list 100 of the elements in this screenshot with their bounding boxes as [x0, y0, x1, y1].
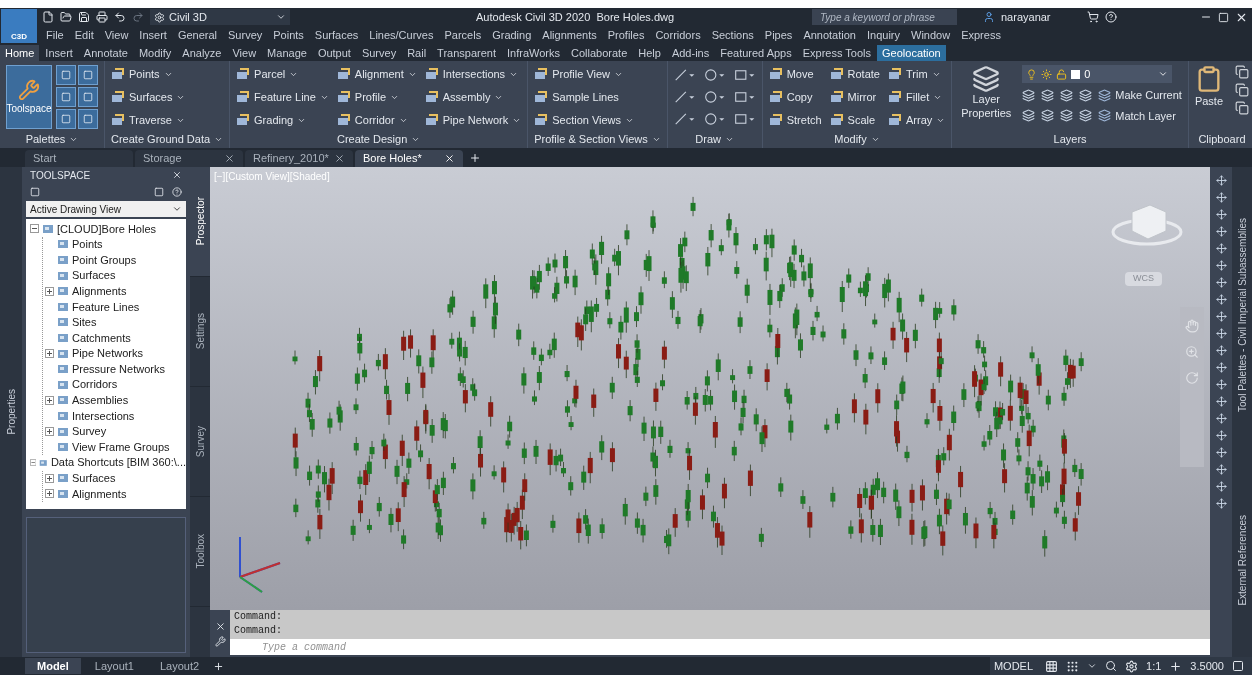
- user-name[interactable]: narayanar: [1001, 8, 1081, 26]
- ribbon-tab[interactable]: View: [227, 45, 262, 61]
- tool-palette-icon[interactable]: [1215, 379, 1227, 390]
- ribbon-button[interactable]: Alignment: [336, 65, 417, 83]
- workspace-dropdown[interactable]: Civil 3D: [150, 9, 290, 25]
- ribbon-button[interactable]: Parcel: [236, 65, 329, 83]
- menu-item[interactable]: Insert: [139, 26, 167, 44]
- toolspace-tool-icon[interactable]: [30, 187, 40, 197]
- maximize-icon[interactable]: [1218, 11, 1229, 23]
- tool-palette-icon[interactable]: [1215, 243, 1227, 254]
- tree-item[interactable]: [CLOUD]Bore Holes: [57, 220, 157, 238]
- layout-tab[interactable]: Model: [25, 658, 81, 674]
- tree-item[interactable]: Catchments: [72, 329, 131, 347]
- tree-item[interactable]: Pipe Networks: [72, 345, 143, 362]
- layer-tool-icon[interactable]: [1079, 109, 1093, 123]
- layer-tool-icon[interactable]: [1041, 109, 1055, 123]
- ribbon-button[interactable]: Stretch: [768, 111, 822, 129]
- palette-button[interactable]: [56, 87, 76, 107]
- tool-palette-icon[interactable]: [1215, 447, 1227, 458]
- draw-tool-icon[interactable]: [733, 111, 756, 127]
- tree-item[interactable]: Surfaces: [72, 267, 116, 284]
- ribbon-button[interactable]: Assembly: [424, 88, 522, 106]
- app-menu-button[interactable]: C3D: [1, 9, 37, 43]
- ribbon-button[interactable]: Sample Lines: [534, 88, 635, 106]
- menu-item[interactable]: Surfaces: [314, 26, 359, 44]
- ribbon-button[interactable]: Match Layer: [1098, 107, 1176, 124]
- ribbon-button[interactable]: Fillet: [888, 88, 946, 106]
- draw-tool-icon[interactable]: [673, 89, 696, 105]
- collapse-icon[interactable]: [30, 224, 39, 234]
- menu-item[interactable]: General: [177, 26, 217, 44]
- document-tab[interactable]: Bore Holes*: [355, 150, 463, 167]
- ribbon-button[interactable]: Surfaces: [111, 88, 186, 106]
- tree-item[interactable]: Sites: [72, 314, 97, 331]
- new-file-icon[interactable]: [42, 11, 54, 23]
- tree-item[interactable]: Alignments: [72, 282, 127, 300]
- tool-palette-icon[interactable]: [1215, 430, 1227, 441]
- wrench-icon[interactable]: [214, 635, 226, 647]
- draw-tool-icon[interactable]: [703, 67, 726, 83]
- ribbon-button[interactable]: Points: [111, 65, 186, 83]
- ribbon-button[interactable]: Mirror: [829, 88, 880, 106]
- save-icon[interactable]: [78, 11, 90, 23]
- draw-tool-icon[interactable]: [733, 67, 756, 83]
- tool-palette-icon[interactable]: [1215, 226, 1227, 237]
- tool-palette-icon[interactable]: [1215, 345, 1227, 356]
- draw-tool-icon[interactable]: [673, 67, 696, 83]
- layer-tool-icon[interactable]: [1041, 88, 1055, 102]
- tree-item[interactable]: Surfaces: [72, 470, 116, 487]
- palette-button[interactable]: [78, 109, 98, 129]
- osnap-icon[interactable]: [1105, 660, 1118, 672]
- menu-item[interactable]: Alignments: [542, 26, 597, 44]
- ribbon-tab[interactable]: Annotate: [78, 45, 133, 61]
- ribbon-button[interactable]: Pipe Network: [424, 111, 522, 129]
- close-icon[interactable]: [224, 153, 235, 164]
- collapse-icon[interactable]: [30, 458, 37, 468]
- ribbon-button[interactable]: Feature Line: [236, 88, 329, 106]
- expand-icon[interactable]: [45, 489, 54, 499]
- document-tab[interactable]: Start: [25, 150, 133, 167]
- paste-button[interactable]: Paste: [1194, 65, 1224, 115]
- toolspace-tool-icon[interactable]: [154, 187, 164, 197]
- menu-item[interactable]: Window: [911, 26, 951, 44]
- user-icon[interactable]: [983, 11, 995, 23]
- ribbon-button[interactable]: Trim: [888, 65, 946, 83]
- menu-item[interactable]: Profiles: [607, 26, 645, 44]
- layer-tool-icon[interactable]: [1022, 88, 1036, 102]
- status-value[interactable]: 3.5000: [1190, 657, 1224, 675]
- new-layout-icon[interactable]: [213, 660, 225, 672]
- close-icon[interactable]: [334, 153, 345, 164]
- expand-icon[interactable]: [45, 427, 54, 436]
- layer-properties-button[interactable]: Layer Properties: [958, 65, 1015, 124]
- tool-palette-icon[interactable]: [1215, 396, 1227, 407]
- tree-item[interactable]: Corridors: [72, 376, 118, 393]
- ribbon-tab[interactable]: Featured Apps: [715, 45, 797, 61]
- ribbon-button[interactable]: Make Current: [1098, 87, 1182, 104]
- ribbon-button[interactable]: Intersections: [424, 65, 522, 83]
- expand-icon[interactable]: [45, 286, 54, 296]
- ribbon-tab[interactable]: Express Tools: [797, 45, 877, 61]
- tool-palette-icon[interactable]: [1215, 362, 1227, 373]
- copy-icon[interactable]: [1235, 101, 1250, 115]
- ribbon-tab[interactable]: Output: [312, 45, 356, 61]
- ribbon-tab[interactable]: Manage: [262, 45, 312, 61]
- palette-button[interactable]: [56, 65, 76, 85]
- document-tab[interactable]: Refinery_2010*: [245, 150, 353, 167]
- document-tab[interactable]: Storage: [135, 150, 243, 167]
- menu-item[interactable]: Annotation: [803, 26, 856, 44]
- toolspace-tab[interactable]: Prospector: [190, 167, 210, 277]
- layer-tool-icon[interactable]: [1060, 109, 1074, 123]
- tool-palette-icon[interactable]: [1215, 277, 1227, 288]
- tool-palette-icon[interactable]: [1215, 260, 1227, 271]
- ribbon-panel-title[interactable]: Draw: [673, 131, 756, 148]
- ribbon-tab[interactable]: Collaborate: [566, 45, 633, 61]
- expand-icon[interactable]: [45, 395, 54, 405]
- menu-item[interactable]: Corridors: [655, 26, 701, 44]
- tree-item[interactable]: Assemblies: [72, 392, 129, 409]
- copy-icon[interactable]: [1235, 83, 1250, 97]
- tree-item[interactable]: Survey: [72, 423, 107, 440]
- caret-icon[interactable]: [1087, 661, 1098, 671]
- close-icon[interactable]: [172, 170, 182, 180]
- expand-icon[interactable]: [45, 349, 54, 359]
- ribbon-button[interactable]: Profile View: [534, 65, 635, 83]
- menu-item[interactable]: Inquiry: [867, 26, 900, 44]
